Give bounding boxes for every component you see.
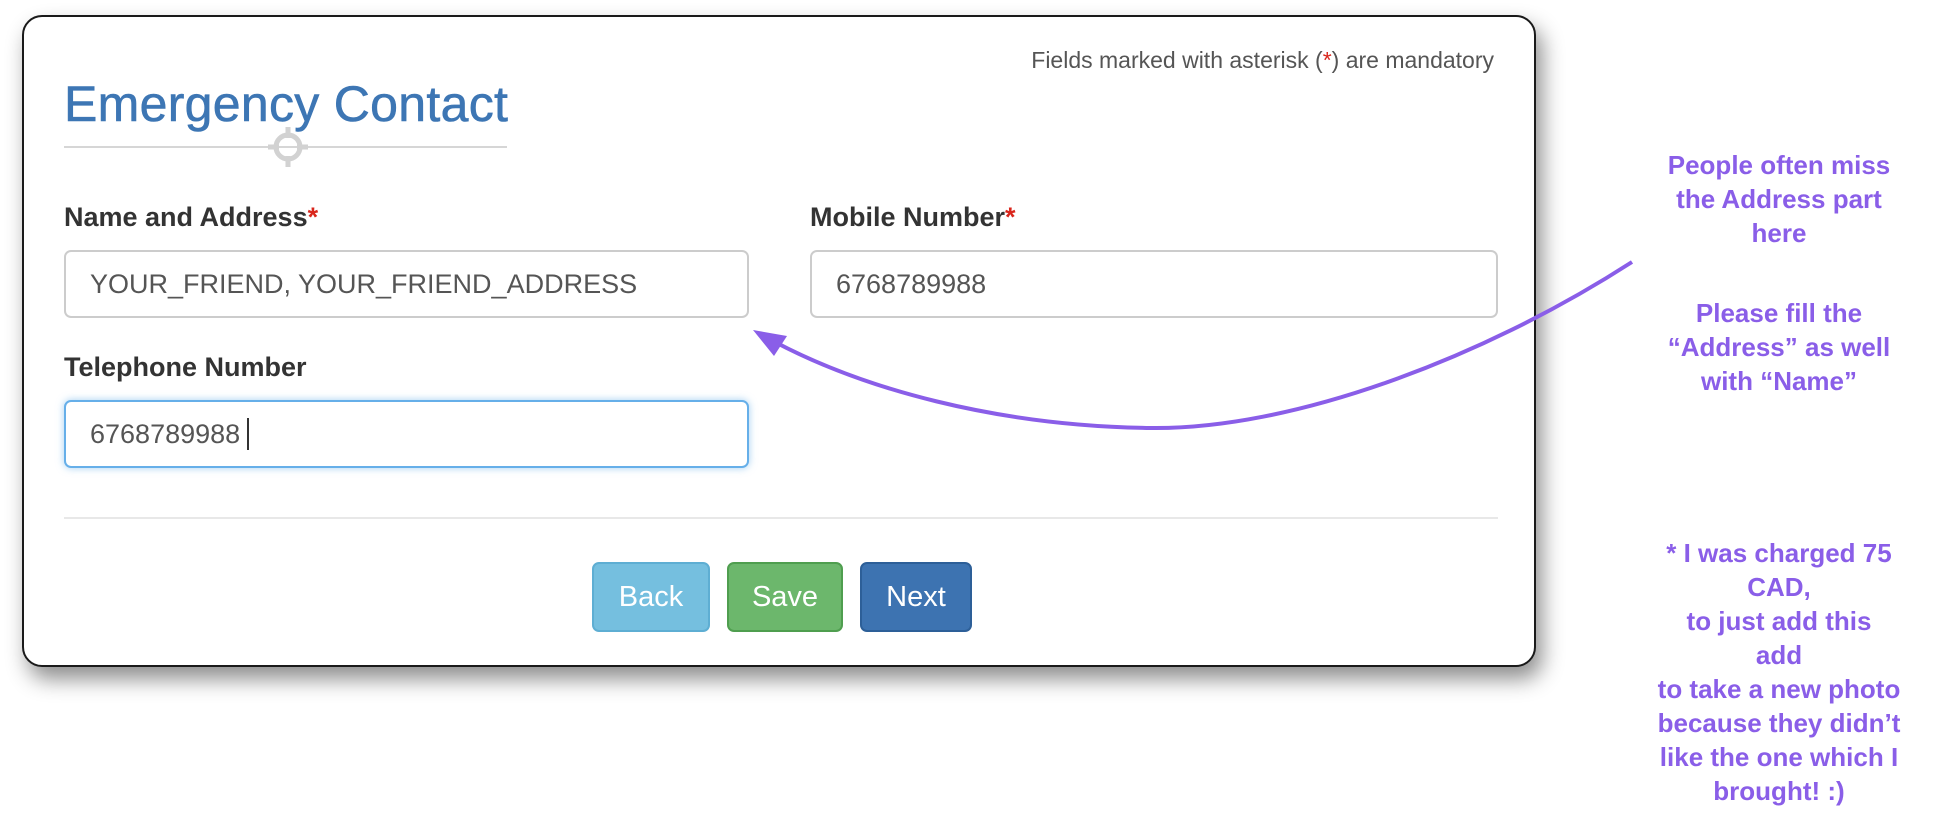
telephone-number-label-text: Telephone Number — [64, 352, 307, 382]
name-address-label-text: Name and Address — [64, 202, 308, 232]
annotation-note-charged: * I was charged 75 CAD, to just add this… — [1657, 538, 1901, 806]
mandatory-note-prefix: Fields marked with asterisk ( — [1031, 47, 1323, 73]
mandatory-fields-note: Fields marked with asterisk (*) are mand… — [1031, 47, 1494, 74]
annotation-note-fill-address: Please fill the “Address” as well with “… — [1667, 298, 1891, 396]
required-asterisk: * — [307, 202, 319, 232]
mobile-number-label: Mobile Number* — [810, 202, 1016, 233]
mandatory-note-suffix: ) are mandatory — [1331, 47, 1494, 73]
crosshair-icon — [268, 127, 308, 167]
back-button[interactable]: Back — [592, 562, 710, 632]
next-button[interactable]: Next — [860, 562, 972, 632]
form-divider — [64, 517, 1498, 519]
annotation-note-missing-address: People often miss the Address part here — [1667, 150, 1891, 248]
text-cursor — [247, 418, 249, 450]
name-address-label: Name and Address* — [64, 202, 318, 233]
mobile-number-input[interactable] — [810, 250, 1498, 318]
emergency-contact-form: Fields marked with asterisk (*) are mand… — [22, 15, 1536, 667]
mandatory-note-asterisk: * — [1322, 47, 1332, 73]
save-button[interactable]: Save — [727, 562, 843, 632]
telephone-number-label: Telephone Number — [64, 352, 307, 383]
page: Fields marked with asterisk (*) are mand… — [0, 0, 1938, 820]
telephone-number-input[interactable] — [64, 400, 749, 468]
name-address-input[interactable] — [64, 250, 749, 318]
required-asterisk: * — [1005, 202, 1016, 232]
mobile-number-label-text: Mobile Number — [810, 202, 1006, 232]
